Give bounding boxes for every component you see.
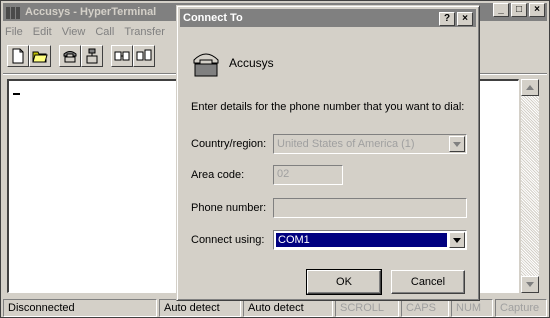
status-detect-2: Auto detect xyxy=(243,299,333,317)
status-detect-1: Auto detect xyxy=(159,299,241,317)
arrow-up-icon xyxy=(526,85,534,90)
call-button[interactable] xyxy=(59,45,81,67)
dialog-titlebar[interactable]: Connect To xyxy=(180,9,476,27)
country-label: Country/region: xyxy=(191,138,267,150)
scroll-down-button[interactable] xyxy=(521,276,539,293)
chevron-down-icon xyxy=(453,237,461,243)
new-document-button[interactable] xyxy=(7,45,29,67)
menu-file[interactable]: File xyxy=(5,26,23,38)
phone-icon xyxy=(63,51,77,63)
open-folder-button[interactable] xyxy=(29,45,51,67)
main-caption-buttons: _ □ × xyxy=(493,3,545,17)
country-value: United States of America (1) xyxy=(277,138,415,150)
chevron-down-icon xyxy=(453,141,461,147)
status-caps: CAPS xyxy=(401,299,449,317)
dialog-close-button[interactable]: × xyxy=(457,12,473,26)
menu-transfer[interactable]: Transfer xyxy=(124,26,165,38)
connect-using-value: COM1 xyxy=(276,233,447,247)
menu-call[interactable]: Call xyxy=(95,26,114,38)
open-folder-icon xyxy=(32,51,48,63)
connection-name: Accusys xyxy=(229,56,274,70)
disconnect-button[interactable] xyxy=(81,45,103,67)
receive-button[interactable] xyxy=(133,45,155,67)
connect-using-dropdown-button[interactable] xyxy=(449,232,465,248)
connect-using-select[interactable]: COM1 xyxy=(273,230,467,250)
send-button[interactable] xyxy=(111,45,133,67)
dialog-caption-buttons: ? × xyxy=(439,12,473,26)
send-file-icon xyxy=(114,51,130,61)
status-num: NUM xyxy=(451,299,493,317)
new-document-icon xyxy=(12,48,24,64)
connect-using-label: Connect using: xyxy=(191,234,265,246)
status-connection: Disconnected xyxy=(3,299,157,317)
toolbar xyxy=(7,45,163,69)
main-window-title: Accusys - HyperTerminal xyxy=(25,6,157,18)
statusbar: Disconnected Auto detect Auto detect SCR… xyxy=(3,299,547,317)
phone-hangup-icon xyxy=(86,48,98,64)
maximize-button[interactable]: □ xyxy=(511,3,527,17)
minimize-button[interactable]: _ xyxy=(493,3,509,17)
close-button[interactable]: × xyxy=(529,3,545,17)
phone-number-field[interactable] xyxy=(273,198,467,218)
status-capture: Capture xyxy=(495,299,547,317)
cancel-button[interactable]: Cancel xyxy=(391,270,465,294)
country-select[interactable]: United States of America (1) xyxy=(273,134,467,154)
vertical-scrollbar[interactable] xyxy=(521,79,539,293)
menu-edit[interactable]: Edit xyxy=(33,26,52,38)
status-scroll: SCROLL xyxy=(335,299,399,317)
menubar: File Edit View Call Transfer xyxy=(5,23,165,41)
hyperterminal-icon xyxy=(6,5,22,19)
area-code-label: Area code: xyxy=(191,169,245,181)
country-dropdown-button[interactable] xyxy=(449,136,465,152)
receive-file-icon xyxy=(136,49,152,61)
connection-icon xyxy=(193,53,219,77)
help-button[interactable]: ? xyxy=(439,12,455,26)
connect-to-dialog: Connect To ? × Accusys Enter details for… xyxy=(176,5,480,301)
ok-button[interactable]: OK xyxy=(306,269,382,295)
instructions-text: Enter details for the phone number that … xyxy=(191,101,465,113)
scroll-up-button[interactable] xyxy=(521,79,539,96)
dialog-title: Connect To xyxy=(183,12,243,24)
menu-view[interactable]: View xyxy=(62,26,86,38)
text-cursor xyxy=(13,93,20,95)
arrow-down-icon xyxy=(526,282,534,287)
area-code-field[interactable]: 02 xyxy=(273,165,343,185)
phone-number-label: Phone number: xyxy=(191,202,267,214)
